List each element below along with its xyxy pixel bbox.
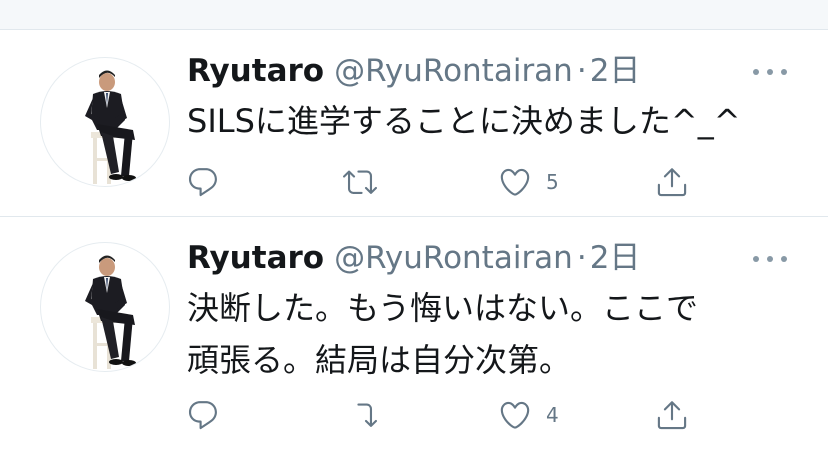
like-count: 5 [546,170,559,194]
like-button[interactable]: 5 [498,162,559,202]
reply-icon [188,401,217,430]
top-separator-band [0,0,828,30]
share-icon [657,168,687,197]
like-button[interactable]: 4 [498,395,559,435]
reply-button[interactable] [186,395,220,435]
retweet-button[interactable] [343,162,377,202]
reply-icon [188,168,217,197]
heart-icon [500,401,530,429]
tweet[interactable]: Ryutaro @RyuRontairan · 2日 SILSに進学することに決… [0,31,828,217]
display-name[interactable]: Ryutaro [187,238,324,278]
timestamp[interactable]: 2日 [590,238,641,278]
tweet-header: Ryutaro @RyuRontairan · 2日 [187,51,640,91]
retweet-button[interactable] [343,395,377,435]
user-handle[interactable]: @RyuRontairan [334,51,573,91]
tweet-text-line: 頑張る。結局は自分次第。 [187,341,572,379]
tweet-actions: 5 [0,162,828,202]
more-icon[interactable] [753,65,787,79]
avatar[interactable] [40,242,170,372]
timestamp[interactable]: 2日 [590,51,641,91]
tweet-text: 決断した。もう悔いはない。ここで 頑張る。結局は自分次第。 [187,282,807,386]
user-handle[interactable]: @RyuRontairan [334,238,573,278]
tweet-header: Ryutaro @RyuRontairan · 2日 [187,238,640,278]
retweet-icon [343,170,377,194]
separator-dot: · [576,53,587,89]
like-count: 4 [546,403,559,427]
reply-button[interactable] [186,162,220,202]
share-button[interactable] [655,395,689,435]
separator-dot: · [576,240,587,276]
tweet-actions: 4 [0,395,828,435]
more-icon[interactable] [753,252,787,266]
retweet-icon [353,403,377,427]
share-button[interactable] [655,162,689,202]
heart-icon [500,168,530,196]
display-name[interactable]: Ryutaro [187,51,324,91]
tweet-text-line: SILSに進学することに決めました^_^ [187,102,741,140]
tweet-text-line: 決断した。もう悔いはない。ここで [187,289,699,327]
tweet-text: SILSに進学することに決めました^_^ [187,95,807,147]
avatar-person-illustration [85,255,136,369]
share-icon [657,401,687,430]
tweet[interactable]: Ryutaro @RyuRontairan · 2日 決断した。もう悔いはない。… [0,218,828,454]
